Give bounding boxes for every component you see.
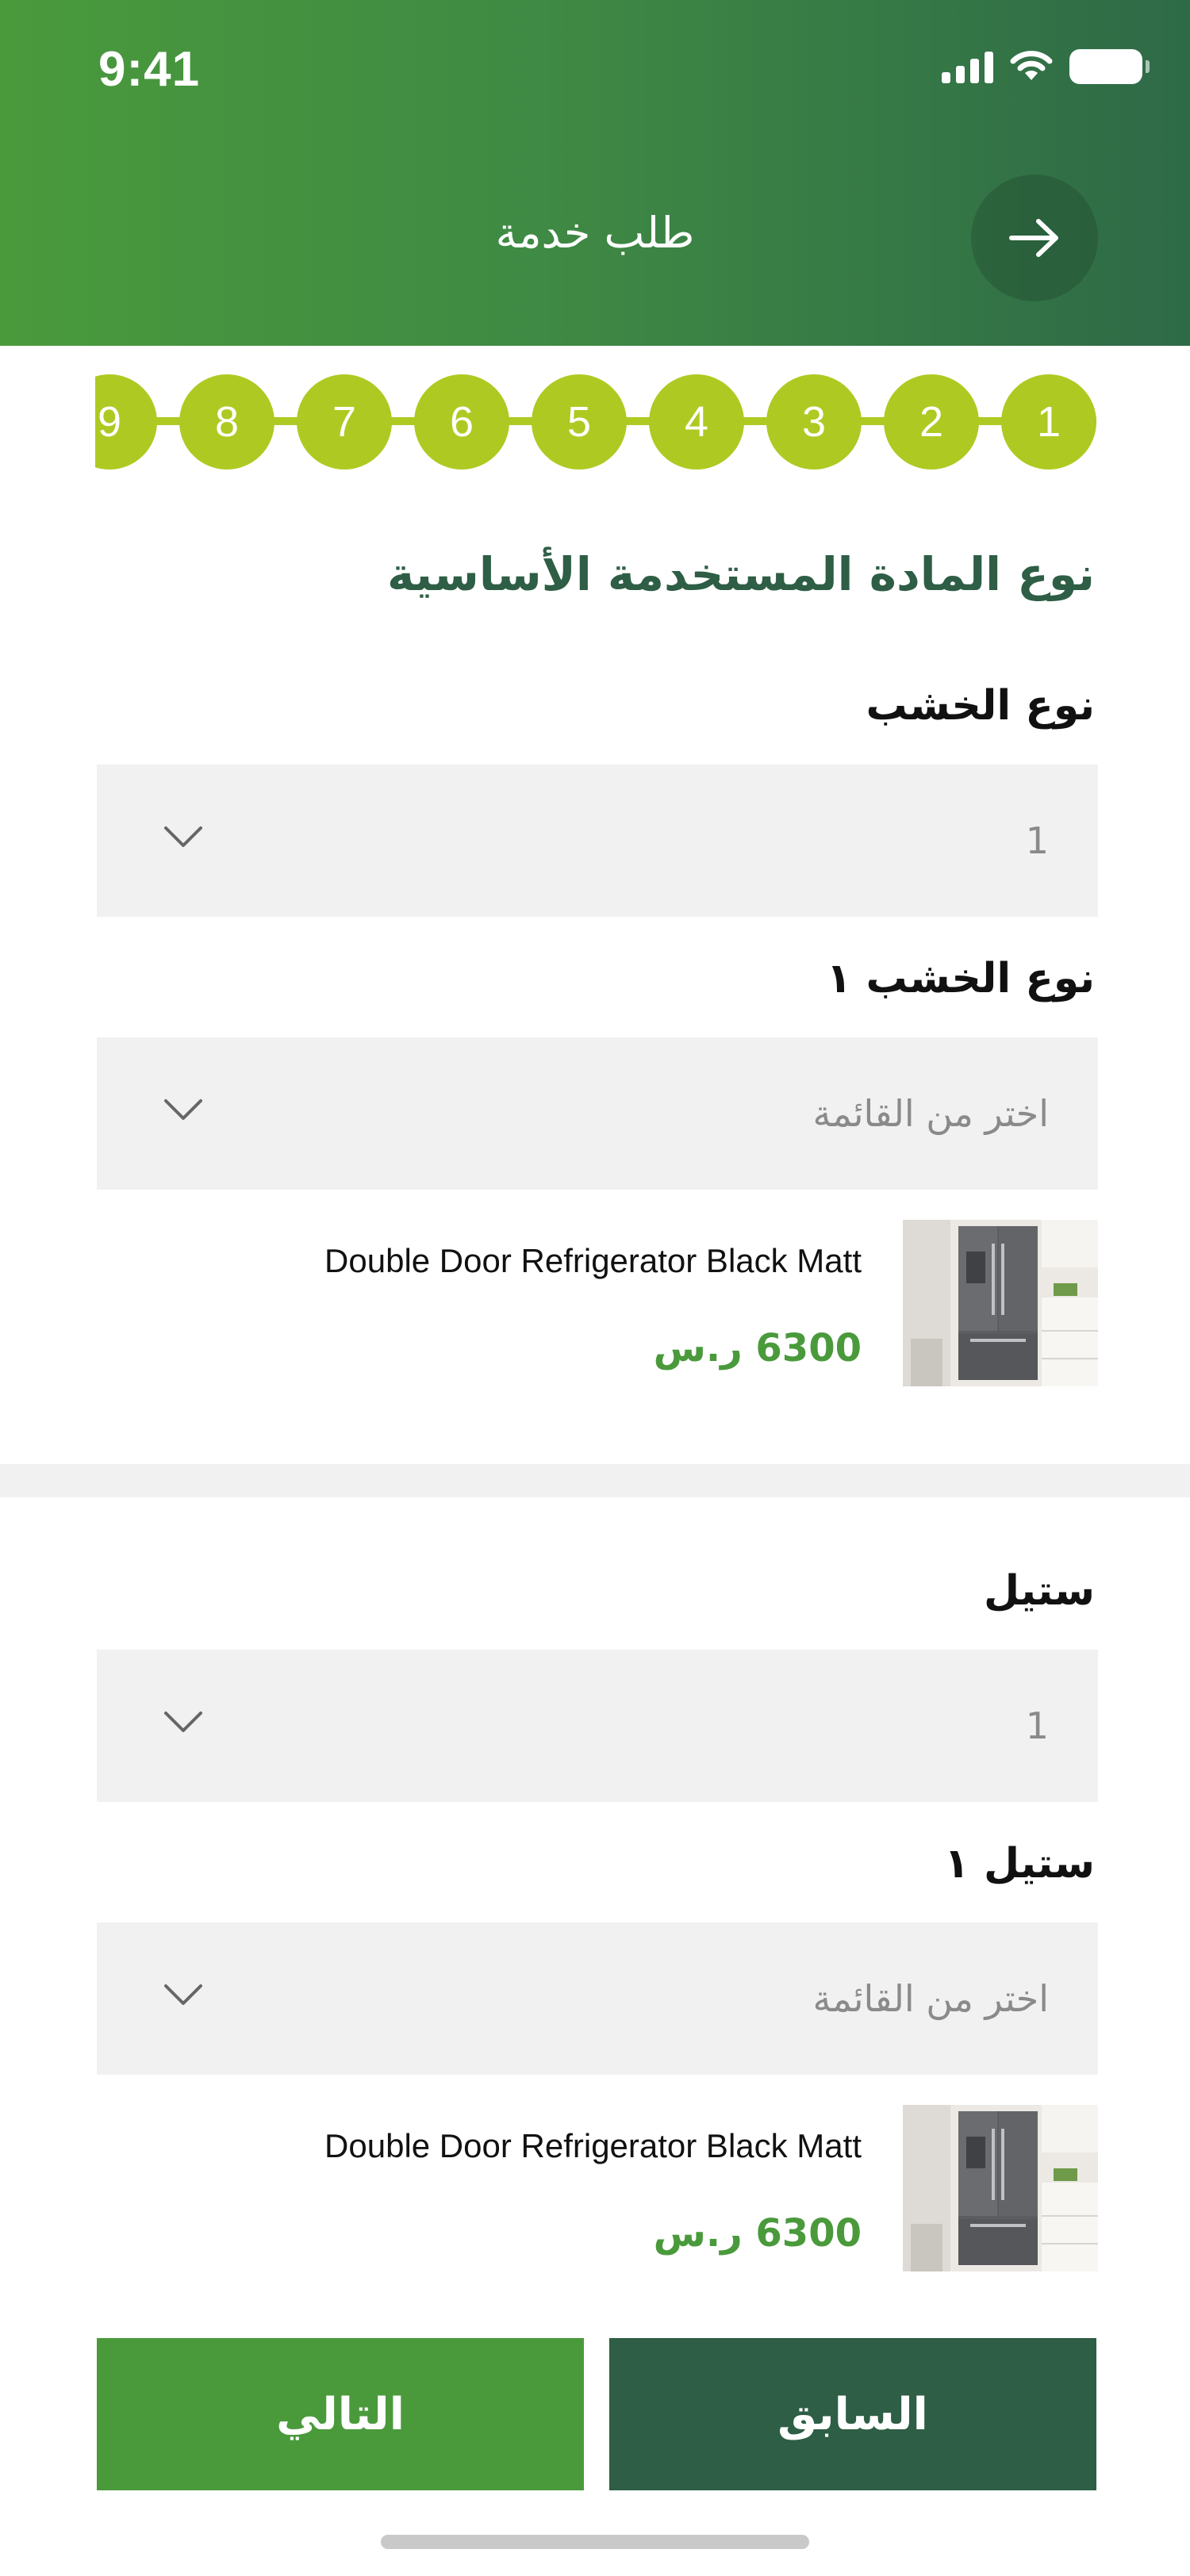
cellular-signal-icon: [942, 50, 993, 83]
chevron-down-icon: [164, 826, 202, 847]
steel-select[interactable]: 1: [97, 1650, 1098, 1802]
step-1[interactable]: 1: [1001, 374, 1096, 470]
home-indicator: [381, 2535, 809, 2549]
wood-type-1-placeholder: اختر من القائمة: [812, 1092, 1049, 1135]
status-time: 9:41: [98, 42, 201, 97]
section-title: نوع المادة المستخدمة الأساسية: [386, 547, 1095, 601]
wood-type-1-select[interactable]: اختر من القائمة: [97, 1037, 1098, 1190]
step-track: 1 2 3 4 5 6 7 8 9: [95, 373, 1096, 471]
steel-label: ستيل: [983, 1567, 1095, 1615]
wood-type-label: نوع الخشب: [866, 682, 1095, 730]
product-price: 6300 ر.س: [653, 1326, 862, 1370]
next-button[interactable]: التالي: [97, 2338, 584, 2490]
wifi-icon: [1010, 51, 1053, 80]
step-8[interactable]: 8: [179, 374, 274, 470]
step-3[interactable]: 3: [766, 374, 862, 470]
product-card[interactable]: Double Door Refrigerator Black Matt 6300…: [97, 1220, 1098, 1386]
wood-type-1-label: نوع الخشب ١: [826, 955, 1095, 1002]
steel-1-placeholder: اختر من القائمة: [812, 1977, 1049, 2020]
wood-type-value: 1: [1025, 819, 1049, 862]
previous-button[interactable]: السابق: [609, 2338, 1096, 2490]
step-6[interactable]: 6: [414, 374, 509, 470]
steel-1-select[interactable]: اختر من القائمة: [97, 1922, 1098, 2075]
steel-1-label: ستيل ١: [944, 1840, 1095, 1888]
product-card[interactable]: Double Door Refrigerator Black Matt 6300…: [97, 2105, 1098, 2271]
step-4[interactable]: 4: [649, 374, 744, 470]
chevron-down-icon: [164, 1984, 202, 2005]
step-2[interactable]: 2: [884, 374, 979, 470]
step-5[interactable]: 5: [532, 374, 627, 470]
status-icons: [942, 49, 1150, 84]
arrow-right-icon: [1009, 219, 1058, 257]
refrigerator-image: [903, 1220, 1098, 1386]
step-progress: 1 2 3 4 5 6 7 8 9: [0, 373, 1190, 471]
battery-icon: [1069, 49, 1150, 84]
chevron-down-icon: [164, 1099, 202, 1120]
chevron-down-icon: [164, 1712, 202, 1732]
app-header: 9:41 طلب خدمة: [0, 0, 1190, 346]
step-7[interactable]: 7: [297, 374, 392, 470]
product-name: Double Door Refrigerator Black Matt: [324, 1242, 862, 1279]
product-name: Double Door Refrigerator Black Matt: [324, 2127, 862, 2164]
steel-value: 1: [1025, 1704, 1049, 1747]
wood-type-select[interactable]: 1: [97, 765, 1098, 917]
back-button[interactable]: [971, 174, 1098, 301]
step-9[interactable]: 9: [95, 374, 157, 470]
section-divider: [0, 1464, 1190, 1497]
product-price: 6300 ر.س: [653, 2211, 862, 2256]
refrigerator-image: [903, 2105, 1098, 2271]
